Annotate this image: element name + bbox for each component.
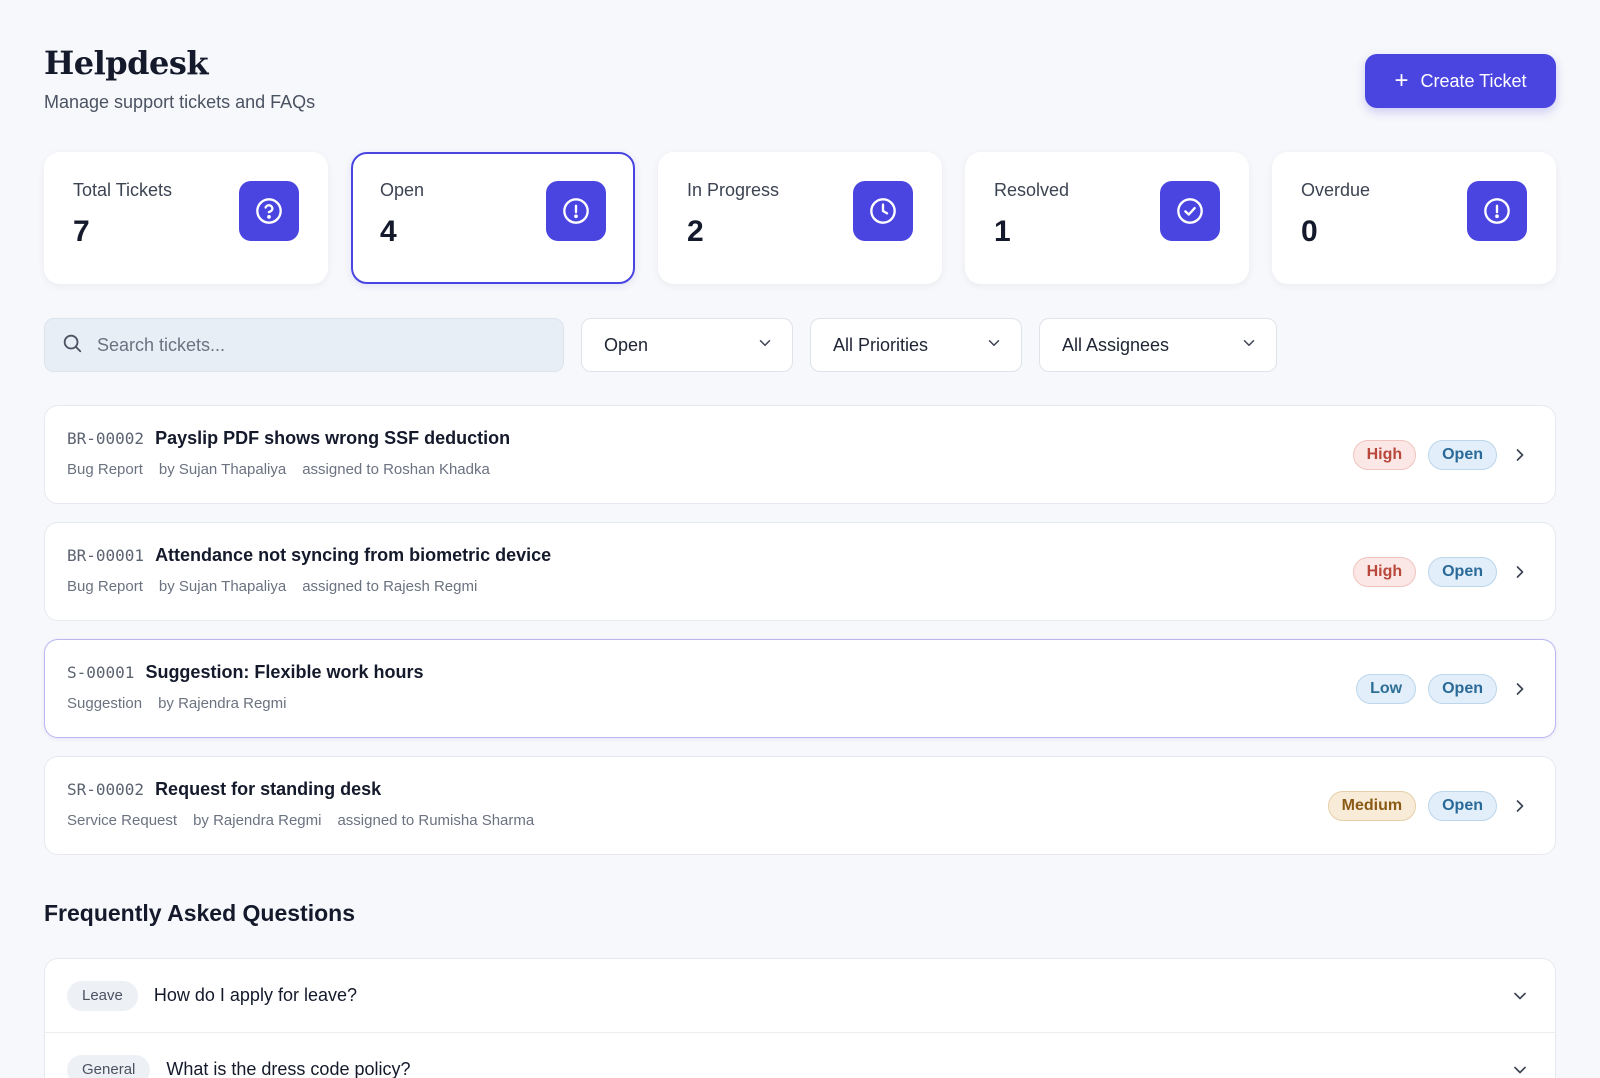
faq-category-tag: General [67, 1054, 151, 1078]
ticket-author: by Rajendra Regmi [193, 812, 322, 829]
assignee-filter-select[interactable]: All Assignees [1039, 318, 1277, 372]
ticket-type: Bug Report [67, 461, 143, 478]
ticket-title: Request for standing desk [155, 779, 382, 799]
stats-row: Total Tickets 7 Open 4 In Progress 2 Res… [44, 152, 1556, 284]
stat-card-in-progress[interactable]: In Progress 2 [658, 152, 942, 284]
check-circle-icon [1160, 181, 1220, 241]
search-icon [61, 332, 83, 359]
priority-badge: High [1352, 556, 1417, 587]
priority-filter-select[interactable]: All Priorities [810, 318, 1022, 372]
ticket-author: by Sujan Thapaliya [158, 578, 287, 595]
faq-question: How do I apply for leave? [153, 985, 357, 1005]
ticket-author: by Sujan Thapaliya [158, 461, 287, 478]
status-badge: Open [1428, 439, 1497, 470]
alert-circle-icon [1467, 181, 1527, 241]
page-title: Helpdesk [44, 44, 209, 82]
stat-card-open[interactable]: Open 4 [351, 152, 635, 284]
faq-item[interactable]: Leave How do I apply for leave? [45, 959, 1555, 1033]
stat-card-overdue[interactable]: Overdue 0 [1272, 152, 1556, 284]
status-filter-select[interactable]: Open [581, 318, 793, 372]
priority-filter-value: All Priorities [833, 334, 929, 355]
ticket-row[interactable]: BR-00001 Attendance not syncing from bio… [44, 522, 1556, 621]
search-input[interactable] [97, 334, 497, 356]
ticket-title: Suggestion: Flexible work hours [145, 662, 424, 682]
ticket-type: Suggestion [67, 695, 143, 712]
faq-item[interactable]: General What is the dress code policy? [45, 1033, 1555, 1078]
status-badge: Open [1428, 790, 1497, 821]
ticket-list: BR-00002 Payslip PDF shows wrong SSF ded… [44, 405, 1556, 873]
chevron-right-icon [1509, 795, 1531, 817]
ticket-assignee: assigned to Roshan Khadka [302, 461, 490, 478]
ticket-type: Bug Report [67, 578, 143, 595]
ticket-row[interactable]: BR-00002 Payslip PDF shows wrong SSF ded… [44, 405, 1556, 504]
chevron-down-icon[interactable] [1509, 1059, 1531, 1078]
faq-section-title: Frequently Asked Questions [44, 900, 355, 926]
filter-bar: Open All Priorities All Assignees [44, 318, 1277, 372]
chevron-down-icon [985, 334, 1003, 357]
ticket-id: BR-00002 [67, 429, 145, 448]
alert-circle-icon [546, 181, 606, 241]
stat-card-total[interactable]: Total Tickets 7 [44, 152, 328, 284]
ticket-type: Service Request [67, 812, 178, 829]
chevron-down-icon [756, 334, 774, 357]
priority-badge: High [1352, 439, 1417, 470]
create-ticket-button[interactable]: + Create Ticket [1365, 54, 1556, 108]
helpdesk-page: Helpdesk Manage support tickets and FAQs… [0, 0, 1600, 1078]
status-filter-value: Open [604, 334, 649, 355]
plus-icon: + [1394, 67, 1409, 94]
create-ticket-label: Create Ticket [1420, 70, 1527, 91]
priority-badge: Medium [1327, 790, 1417, 821]
ticket-id: BR-00001 [67, 546, 145, 565]
chevron-right-icon [1509, 561, 1531, 583]
ticket-id: SR-00002 [67, 780, 145, 799]
ticket-assignee: assigned to Rumisha Sharma [337, 812, 535, 829]
priority-badge: Low [1356, 673, 1417, 704]
chevron-right-icon [1509, 444, 1531, 466]
stat-card-resolved[interactable]: Resolved 1 [965, 152, 1249, 284]
ticket-assignee: assigned to Rajesh Regmi [302, 578, 478, 595]
help-circle-icon [239, 181, 299, 241]
chevron-down-icon[interactable] [1509, 985, 1531, 1007]
ticket-id: S-00001 [67, 663, 135, 682]
faq-category-tag: Leave [67, 980, 138, 1011]
page-subtitle: Manage support tickets and FAQs [44, 92, 316, 112]
status-badge: Open [1428, 673, 1497, 704]
ticket-author: by Rajendra Regmi [158, 695, 287, 712]
page-header: Helpdesk Manage support tickets and FAQs… [44, 44, 1556, 124]
search-box[interactable] [44, 318, 564, 372]
ticket-row[interactable]: SR-00002 Request for standing desk Servi… [44, 756, 1556, 855]
status-badge: Open [1428, 556, 1497, 587]
clock-icon [853, 181, 913, 241]
faq-list: Leave How do I apply for leave? General … [44, 958, 1556, 1078]
ticket-row[interactable]: S-00001 Suggestion: Flexible work hours … [44, 639, 1556, 738]
ticket-title: Attendance not syncing from biometric de… [155, 545, 552, 565]
faq-question: What is the dress code policy? [166, 1059, 411, 1078]
chevron-down-icon [1240, 334, 1258, 357]
ticket-title: Payslip PDF shows wrong SSF deduction [155, 428, 511, 448]
chevron-right-icon [1509, 678, 1531, 700]
assignee-filter-value: All Assignees [1062, 334, 1170, 355]
